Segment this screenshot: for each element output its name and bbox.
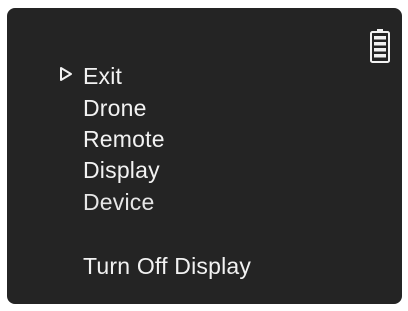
triangle-right-outline-icon: [60, 67, 72, 81]
menu-item-display[interactable]: Display: [83, 156, 160, 184]
device-screen: Exit Drone Remote Display Device Turn Of…: [7, 8, 402, 304]
settings-menu: Exit Drone Remote Display Device Turn Of…: [7, 8, 402, 304]
menu-item-drone[interactable]: Drone: [83, 94, 147, 122]
menu-item-exit[interactable]: Exit: [83, 62, 122, 90]
menu-item-remote[interactable]: Remote: [83, 125, 165, 153]
menu-item-device[interactable]: Device: [83, 188, 155, 216]
menu-item-turn-off-display[interactable]: Turn Off Display: [83, 252, 251, 280]
